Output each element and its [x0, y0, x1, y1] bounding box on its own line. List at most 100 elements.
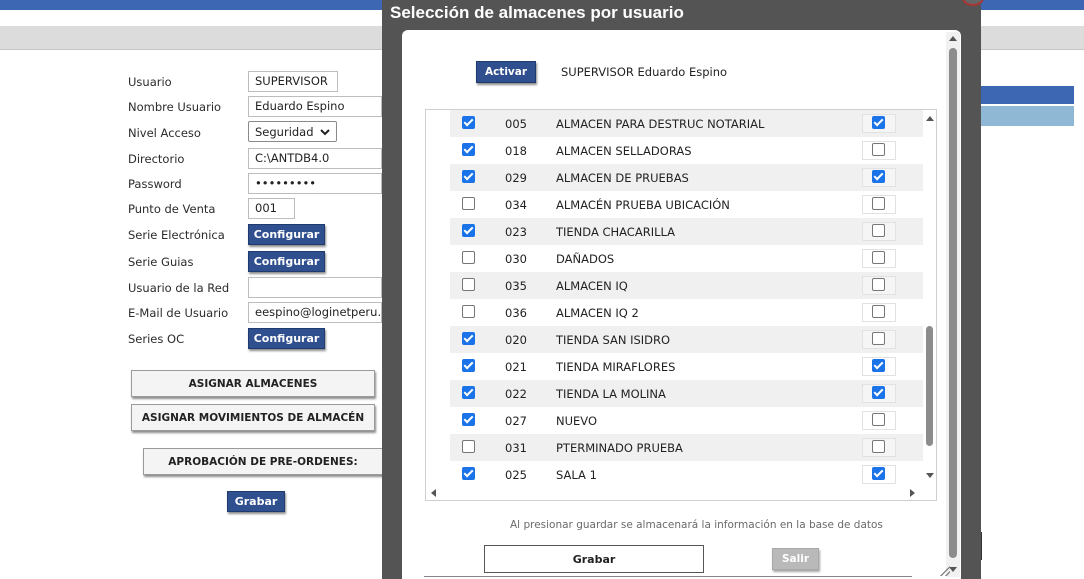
- row-select-checkbox[interactable]: [462, 386, 475, 399]
- punto-venta-field[interactable]: 001: [248, 198, 295, 219]
- row-select-checkbox[interactable]: [462, 143, 475, 156]
- row-select-checkbox[interactable]: [462, 413, 475, 426]
- row-flag-checkbox[interactable]: [872, 413, 885, 426]
- checkbox-icon: [462, 305, 475, 318]
- warehouse-grid: 005 ALMACEN PARA DESTRUC NOTARIAL 018 ALMAC…: [425, 109, 937, 501]
- table-row: 005 ALMACEN PARA DESTRUC NOTARIAL: [450, 110, 923, 137]
- table-row: 034 ALMACÉN PRUEBA UBICACIÓN: [450, 191, 923, 218]
- warehouse-name: PTERMINADO PRUEBA: [556, 441, 683, 455]
- grabar-button[interactable]: Grabar: [484, 545, 704, 573]
- configurar-serie-guias-button[interactable]: Configurar: [248, 251, 325, 272]
- grid-scroll-right-icon[interactable]: [910, 489, 915, 497]
- checkbox-icon: [872, 332, 885, 345]
- nivel-acceso-select[interactable]: Seguridad: [248, 121, 337, 142]
- checkbox-icon: [462, 197, 475, 210]
- row-flag-checkbox[interactable]: [872, 170, 885, 183]
- configurar-serie-electronica-button[interactable]: Configurar: [248, 224, 325, 245]
- label-password: Password: [128, 177, 182, 191]
- warehouse-name: ALMACÉN PRUEBA UBICACIÓN: [556, 198, 730, 212]
- label-usuario: Usuario: [128, 75, 172, 89]
- row-select-checkbox[interactable]: [462, 116, 475, 129]
- row-select-checkbox[interactable]: [462, 359, 475, 372]
- label-directorio: Directorio: [128, 152, 185, 166]
- label-punto-venta: Punto de Venta: [128, 202, 216, 216]
- row-flag-checkbox[interactable]: [872, 386, 885, 399]
- row-flag-checkbox[interactable]: [872, 143, 885, 156]
- resize-grip-icon[interactable]: [940, 566, 950, 576]
- configurar-series-oc-button[interactable]: Configurar: [248, 328, 325, 349]
- row-select-checkbox[interactable]: [462, 467, 475, 480]
- warehouse-name: DAÑADOS: [556, 252, 615, 266]
- row-select-checkbox[interactable]: [462, 440, 475, 453]
- activar-button[interactable]: Activar: [476, 61, 536, 83]
- grid-scroll-left-icon[interactable]: [431, 489, 436, 497]
- row-flag-checkbox[interactable]: [872, 251, 885, 264]
- row-flag-checkbox[interactable]: [872, 359, 885, 372]
- warehouse-name: NUEVO: [556, 414, 598, 428]
- label-serie-guias: Serie Guias: [128, 255, 194, 269]
- row-flag-checkbox[interactable]: [872, 440, 885, 453]
- email-usuario-field[interactable]: eespino@loginetperu.co: [248, 302, 382, 323]
- warehouse-code: 022: [505, 387, 527, 401]
- warehouse-name: TIENDA LA MOLINA: [556, 387, 666, 401]
- row-select-checkbox[interactable]: [462, 170, 475, 183]
- checkbox-icon: [872, 170, 885, 183]
- asignar-almacenes-button[interactable]: ASIGNAR ALMACENES: [131, 370, 375, 397]
- usuario-field[interactable]: SUPERVISOR: [248, 71, 338, 92]
- row-select-checkbox[interactable]: [462, 278, 475, 291]
- grabar-background-button[interactable]: Grabar: [227, 491, 285, 512]
- grid-scroll-down-icon[interactable]: [926, 473, 934, 478]
- row-select-checkbox[interactable]: [462, 251, 475, 264]
- checkbox-icon: [872, 467, 885, 480]
- row-flag-checkbox[interactable]: [872, 197, 885, 210]
- checkbox-icon: [872, 224, 885, 237]
- modal-scrollbar-thumb[interactable]: [949, 48, 957, 558]
- warehouse-code: 025: [505, 468, 527, 482]
- grid-scrollbar-thumb[interactable]: [926, 326, 933, 446]
- nombre-usuario-field[interactable]: Eduardo Espino: [248, 96, 382, 117]
- row-select-checkbox[interactable]: [462, 305, 475, 318]
- table-row: 022 TIENDA LA MOLINA: [450, 380, 923, 407]
- row-flag-checkbox[interactable]: [872, 278, 885, 291]
- salir-button[interactable]: Salir: [772, 548, 819, 570]
- aprobacion-preordenes-button[interactable]: APROBACIÓN DE PRE-ORDENES:: [143, 448, 383, 475]
- row-select-checkbox[interactable]: [462, 224, 475, 237]
- checkbox-icon: [462, 170, 475, 183]
- checkbox-icon: [462, 359, 475, 372]
- password-field[interactable]: •••••••••: [248, 173, 382, 194]
- checkbox-icon: [872, 440, 885, 453]
- label-nivel-acceso: Nivel Acceso: [128, 126, 201, 140]
- grid-horizontal-scrollbar[interactable]: [426, 486, 923, 500]
- warehouse-name: TIENDA CHACARILLA: [556, 225, 676, 239]
- row-select-checkbox[interactable]: [462, 197, 475, 210]
- grid-scroll-up-icon[interactable]: [926, 116, 934, 121]
- checkbox-icon: [462, 332, 475, 345]
- warehouse-code: 029: [505, 171, 527, 185]
- scroll-down-arrow-icon[interactable]: [949, 567, 957, 572]
- row-flag-checkbox[interactable]: [872, 224, 885, 237]
- row-select-checkbox[interactable]: [462, 332, 475, 345]
- checkbox-icon: [462, 251, 475, 264]
- checkbox-icon: [872, 197, 885, 210]
- row-flag-checkbox[interactable]: [872, 305, 885, 318]
- warehouse-name: ALMACEN DE PRUEBAS: [556, 171, 689, 185]
- warehouse-code: 020: [505, 333, 527, 347]
- row-flag-checkbox[interactable]: [872, 332, 885, 345]
- table-row: 020 TIENDA SAN ISIDRO: [450, 326, 923, 353]
- checkbox-icon: [872, 251, 885, 264]
- asignar-movimientos-button[interactable]: ASIGNAR MOVIMIENTOS DE ALMACÉN: [131, 404, 375, 431]
- modal-scrollbar[interactable]: [946, 32, 960, 577]
- directorio-field[interactable]: C:\ANTDB4.0: [248, 148, 382, 169]
- modal-title: Selección de almacenes por usuario: [390, 3, 684, 22]
- row-flag-checkbox[interactable]: [872, 467, 885, 480]
- usuario-red-field[interactable]: [248, 277, 382, 298]
- table-row: 030 DAÑADOS: [450, 245, 923, 272]
- scroll-up-arrow-icon[interactable]: [949, 36, 957, 41]
- row-flag-checkbox[interactable]: [872, 116, 885, 129]
- table-row: 029 ALMACEN DE PRUEBAS: [450, 164, 923, 191]
- label-usuario-red: Usuario de la Red: [128, 281, 230, 295]
- grid-scrollbar[interactable]: [923, 110, 936, 486]
- warehouse-name: ALMACEN IQ: [556, 279, 628, 293]
- table-row: 031 PTERMINADO PRUEBA: [450, 434, 923, 461]
- table-row: 021 TIENDA MIRAFLORES: [450, 353, 923, 380]
